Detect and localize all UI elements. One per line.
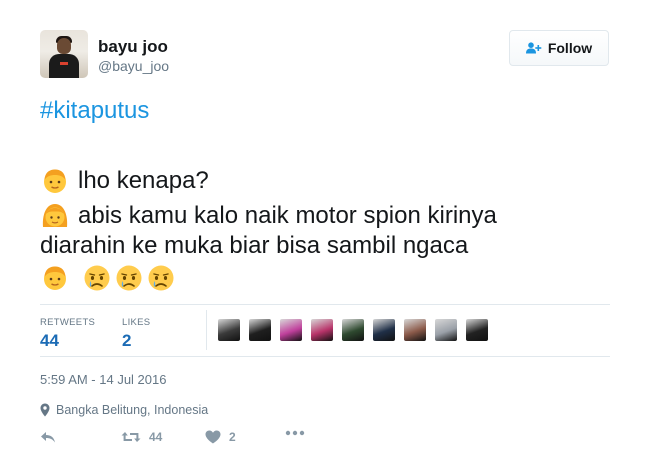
liker-avatar[interactable] — [466, 319, 488, 341]
liker-avatar[interactable] — [311, 319, 333, 341]
liker-avatar[interactable] — [404, 319, 426, 341]
tweet-location[interactable]: Bangka Belitung, Indonesia — [40, 403, 208, 417]
tweet-line-2: abis kamu kalo naik motor spion kirinya — [40, 201, 497, 231]
user-display-name[interactable]: bayu joo — [98, 37, 168, 57]
tweet-line-1: lho kenapa? — [40, 166, 209, 196]
reply-icon — [40, 430, 56, 444]
tweet-line-4 — [40, 263, 184, 293]
crying-face-emoji — [82, 263, 112, 293]
tweet-line-text: lho kenapa? — [78, 167, 209, 194]
more-button[interactable] — [285, 430, 305, 436]
retweet-icon — [121, 430, 141, 444]
likes-count[interactable]: 2 — [122, 331, 131, 351]
tweet-line-3: diarahin ke muka biar bisa sambil ngaca — [40, 232, 468, 260]
follow-button-label: Follow — [547, 40, 593, 56]
hashtag-link[interactable]: #kitaputus — [40, 97, 149, 125]
more-icon — [285, 430, 305, 436]
user-avatar[interactable] — [40, 30, 88, 78]
tweet-timestamp[interactable]: 5:59 AM - 14 Jul 2016 — [40, 372, 166, 387]
like-action-count: 2 — [229, 430, 236, 444]
liker-avatar[interactable] — [435, 319, 457, 341]
heart-icon — [205, 430, 221, 444]
liker-avatar[interactable] — [218, 319, 240, 341]
tweet-line-text: abis kamu kalo naik motor spion kirinya — [78, 202, 497, 229]
reply-button[interactable] — [40, 430, 56, 444]
liker-avatar[interactable] — [373, 319, 395, 341]
retweet-button[interactable]: 44 — [121, 430, 162, 444]
tweet-card: bayu joo @bayu_joo Follow #kitaputus lho… — [0, 0, 650, 457]
divider — [40, 356, 610, 357]
crying-face-emoji — [146, 263, 176, 293]
retweets-count[interactable]: 44 — [40, 331, 59, 351]
retweet-action-count: 44 — [149, 430, 163, 444]
liker-avatar[interactable] — [280, 319, 302, 341]
location-pin-icon — [40, 403, 50, 417]
like-button[interactable]: 2 — [205, 430, 236, 444]
location-label: Bangka Belitung, Indonesia — [56, 403, 209, 417]
stats-separator — [206, 310, 207, 350]
girl-emoji — [40, 201, 70, 231]
crying-face-emoji — [114, 263, 144, 293]
likes-label: LIKES — [122, 317, 151, 328]
retweets-label: RETWEETS — [40, 317, 96, 328]
liker-avatar[interactable] — [342, 319, 364, 341]
add-user-icon — [525, 42, 542, 54]
boy-emoji — [40, 263, 70, 293]
liker-avatars — [218, 319, 497, 341]
follow-button[interactable]: Follow — [509, 30, 609, 66]
tweet-line-text: diarahin ke muka biar bisa sambil ngaca — [40, 232, 469, 259]
liker-avatar[interactable] — [249, 319, 271, 341]
user-handle[interactable]: @bayu_joo — [98, 58, 169, 74]
divider — [40, 304, 610, 305]
boy-emoji — [40, 166, 70, 196]
